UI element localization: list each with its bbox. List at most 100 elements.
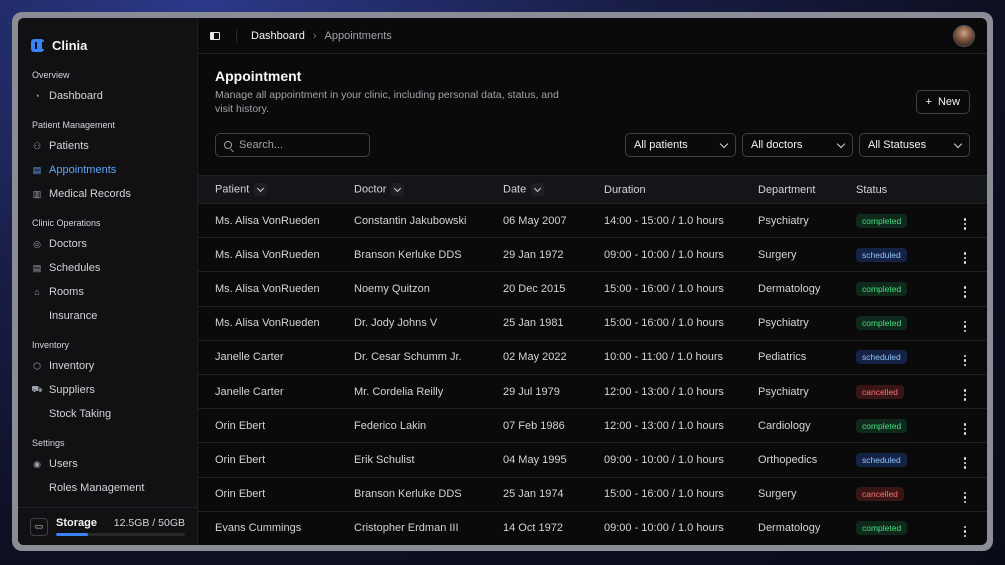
nav-group-label: Overview <box>32 70 70 80</box>
more-options-icon[interactable] <box>960 457 970 469</box>
sidebar-item-label: Appointments <box>49 164 117 176</box>
sidebar-item-doctors[interactable]: ◎ Doctors <box>18 232 197 256</box>
table-row[interactable]: Janelle Carter Dr. Cesar Schumm Jr. 02 May… <box>198 340 987 375</box>
sidebar-item-dashboard[interactable]: ◔ Dashboard <box>18 84 197 108</box>
breadcrumb-dashboard[interactable]: Dashboard <box>251 30 305 42</box>
patient-cell: Ms. Alisa VonRueden <box>215 282 320 295</box>
sidebar-item-users[interactable]: ◉ Users <box>18 452 197 476</box>
sidebar-item-label: Stock Taking <box>49 408 112 420</box>
table-row[interactable]: Evans Cummings Cristopher Erdman III 14 Oc… <box>198 511 987 545</box>
new-appointment-button[interactable]: + New <box>915 90 970 114</box>
status-cell: completed <box>839 409 943 443</box>
sidebar-item-medical-records[interactable]: ▥ Medical Records <box>18 182 197 206</box>
patient-cell: Orin Ebert <box>215 419 266 432</box>
patients-filter-select[interactable]: All patients <box>625 133 736 157</box>
more-options-icon[interactable] <box>960 218 970 230</box>
status-filter-select[interactable]: All Statuses <box>859 133 970 157</box>
department-cell: Psychiatry <box>758 317 809 330</box>
storage-value: 12.5GB / 50GB <box>113 517 185 529</box>
column-header-date[interactable]: Date <box>486 176 587 204</box>
patient-cell: Janelle Carter <box>215 351 284 364</box>
sidebar-item-rooms[interactable]: ⌂ Rooms <box>18 280 197 304</box>
patient-cell: Ms. Alisa VonRueden <box>215 248 320 261</box>
more-options-icon[interactable] <box>960 354 970 367</box>
date-cell: 04 May 1995 <box>503 453 567 466</box>
actions-cell <box>943 306 987 340</box>
actions-cell <box>943 340 987 374</box>
column-header-patient[interactable]: Patient <box>198 176 337 204</box>
table-row[interactable]: Ms. Alisa VonRueden Branson Kerluke DDS 29… <box>198 238 987 272</box>
table-row[interactable]: Janelle Carter Mr. Cordelia Reilly 29 Jul … <box>198 374 987 409</box>
column-header-duration: Duration <box>604 183 646 196</box>
sidebar-item-label: Patients <box>49 140 89 152</box>
doctor-cell: Mr. Cordelia Reilly <box>354 385 444 398</box>
more-options-icon[interactable] <box>960 389 970 401</box>
more-options-icon[interactable] <box>960 423 970 435</box>
department-cell: Dermatology <box>758 522 821 535</box>
table-row[interactable]: Ms. Alisa VonRueden Dr. Jody Johns V 25 Ja… <box>198 306 987 341</box>
new-button-label: New <box>937 96 960 108</box>
sidebar-item-roles-management[interactable]: Roles Management <box>18 476 197 500</box>
more-options-icon[interactable] <box>960 491 970 504</box>
actions-cell <box>943 238 987 272</box>
sort-chevron-icon[interactable] <box>254 183 268 196</box>
sidebar-item-appointments[interactable]: ▤ Appointments <box>18 158 197 182</box>
status-badge: completed <box>856 213 908 228</box>
breadcrumb-appointments: Appointments <box>324 29 392 42</box>
main-content: Dashboard › Appointments Appointment Man… <box>198 18 987 545</box>
table-row[interactable]: Orin Ebert Erik Schulist 04 May 1995 09:00 … <box>198 443 987 477</box>
table-row[interactable]: Orin Ebert Branson Kerluke DDS 25 Jan 1974… <box>198 477 987 512</box>
gauge-icon: ◔ <box>34 91 40 101</box>
appointments-table: Patient Doctor Date Duration Department … <box>198 175 987 545</box>
doctor-cell: Noemy Quitzon <box>354 282 430 295</box>
avatar[interactable] <box>953 24 975 47</box>
more-options-icon[interactable] <box>960 286 970 298</box>
more-options-icon[interactable] <box>960 320 970 333</box>
search-icon <box>224 141 232 149</box>
filter-bar: All patients All doctors All Statuses <box>198 133 987 157</box>
more-options-icon[interactable] <box>960 252 970 264</box>
sidebar-item-patients[interactable]: ⚇ Patients <box>18 134 197 158</box>
doctors-filter-select[interactable]: All doctors <box>742 133 853 157</box>
date-cell: 07 Feb 1986 <box>503 419 565 432</box>
status-cell: completed <box>839 204 943 238</box>
doctor-cell: Federico Lakin <box>354 419 427 432</box>
hard-drive-icon: ▭ <box>30 517 48 536</box>
department-cell: Psychiatry <box>758 214 809 227</box>
sidebar-item-insurance[interactable]: Insurance <box>18 304 197 328</box>
storage-panel: ▭ Storage 12.5GB / 50GB <box>18 507 197 545</box>
department-cell: Pediatrics <box>758 351 807 364</box>
table-row[interactable]: Ms. Alisa VonRueden Constantin Jakubowski… <box>198 204 987 238</box>
sidebar-item-stock-taking[interactable]: Stock Taking <box>18 402 197 426</box>
doctor-cell: Branson Kerluke DDS <box>354 488 462 501</box>
sort-chevron-icon[interactable] <box>391 183 405 196</box>
column-header-doctor[interactable]: Doctor <box>337 176 486 204</box>
duration-cell: 09:00 - 10:00 / 1.0 hours <box>604 453 724 466</box>
status-badge: completed <box>856 316 908 331</box>
more-options-icon[interactable] <box>960 525 970 538</box>
patient-cell: Janelle Carter <box>215 385 284 398</box>
date-cell: 29 Jul 1979 <box>503 385 560 398</box>
sidebar-nav: Overview ◔ Dashboard Patient Management ⚇ Pat… <box>18 70 197 500</box>
sidebar-item-label: Dashboard <box>49 90 103 102</box>
app-window: Clinia Overview ◔ Dashboard Patient Managem… <box>18 18 987 545</box>
sort-chevron-icon[interactable] <box>531 183 545 196</box>
sidebar-item-suppliers[interactable]: ⛟ Suppliers <box>18 378 197 402</box>
search-box[interactable] <box>215 133 370 157</box>
nav-group-label: Patient Management <box>32 120 116 130</box>
sidebar-item-schedules[interactable]: ▤ Schedules <box>18 256 197 280</box>
duration-cell: 12:00 - 13:00 / 1.0 hours <box>604 419 724 432</box>
user-circle-icon: ◉ <box>33 458 41 469</box>
date-cell: 25 Jan 1974 <box>503 488 564 501</box>
column-header-department: Department <box>758 183 816 196</box>
sidebar-toggle-icon[interactable] <box>210 31 220 40</box>
sidebar-item-inventory[interactable]: ⬡ Inventory <box>18 354 197 378</box>
table-row[interactable]: Ms. Alisa VonRueden Noemy Quitzon 20 Dec 2… <box>198 272 987 307</box>
search-input[interactable] <box>239 139 359 151</box>
duration-cell: 14:00 - 15:00 / 1.0 hours <box>604 214 724 227</box>
calendar-icon: ▤ <box>32 164 42 175</box>
page-header: Appointment Manage all appointment in yo… <box>198 54 987 132</box>
storage-bar <box>56 533 185 536</box>
table-row[interactable]: Orin Ebert Federico Lakin 07 Feb 1986 12:00… <box>198 409 987 443</box>
brand[interactable]: Clinia <box>18 18 197 58</box>
